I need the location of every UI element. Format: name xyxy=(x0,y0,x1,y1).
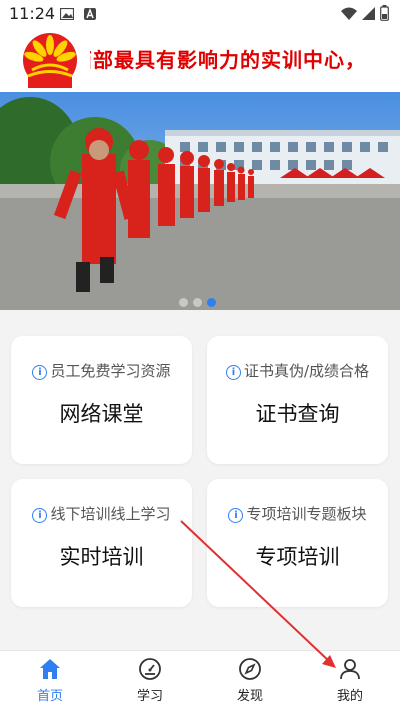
signal-icon xyxy=(362,7,375,20)
home-icon xyxy=(40,659,60,679)
banner-training-photo xyxy=(0,92,400,310)
card-online-classroom[interactable]: i 员工免费学习资源 网络课堂 xyxy=(11,336,192,464)
card-subtitle-text: 专项培训专题板块 xyxy=(246,505,367,523)
wifi-icon xyxy=(341,7,357,20)
info-icon: i xyxy=(225,365,241,380)
card-title: 网络课堂 xyxy=(59,402,144,426)
carousel-dot-active[interactable] xyxy=(207,298,216,307)
bottom-tab-bar: 首页 学习 发现 我的 xyxy=(0,650,400,712)
info-icon: i xyxy=(32,365,48,380)
image-notification-icon xyxy=(60,8,74,20)
card-subtitle-text: 证书真伪/成绩合格 xyxy=(243,362,370,380)
carousel-dot[interactable] xyxy=(179,298,188,307)
card-special-training[interactable]: i 专项培训专题板块 专项培训 xyxy=(207,479,388,607)
banner-carousel[interactable] xyxy=(0,92,400,310)
tab-label: 我的 xyxy=(336,689,363,704)
tab-home[interactable]: 首页 xyxy=(0,651,100,712)
app-header: 西部最具有影响力的实训中心， xyxy=(0,28,400,92)
tab-label: 学习 xyxy=(136,689,163,704)
card-subtitle: i 专项培训专题板块 xyxy=(207,503,388,524)
status-time: 11:24 xyxy=(9,4,56,23)
card-title: 实时培训 xyxy=(59,545,144,569)
person-icon xyxy=(340,659,360,680)
card-title: 专项培训 xyxy=(255,545,340,569)
tab-mine[interactable]: 我的 xyxy=(300,651,400,712)
card-realtime-training[interactable]: i 线下培训线上学习 实时培训 xyxy=(11,479,192,607)
app-notification-icon xyxy=(84,8,96,20)
carousel-dot[interactable] xyxy=(193,298,202,307)
speedometer-icon xyxy=(139,658,161,680)
card-subtitle: i 证书真伪/成绩合格 xyxy=(207,360,388,381)
card-subtitle-text: 线下培训线上学习 xyxy=(50,505,171,523)
card-subtitle: i 线下培训线上学习 xyxy=(11,503,192,524)
tab-discover[interactable]: 发现 xyxy=(200,651,300,712)
carousel-indicators xyxy=(179,292,221,311)
status-bar: 11:24 xyxy=(0,0,400,28)
compass-icon xyxy=(239,658,261,680)
info-icon: i xyxy=(228,508,244,523)
tab-label: 发现 xyxy=(236,689,263,704)
card-certificate-query[interactable]: i 证书真伪/成绩合格 证书查询 xyxy=(207,336,388,464)
card-subtitle-text: 员工免费学习资源 xyxy=(50,362,171,380)
tab-label: 首页 xyxy=(36,689,63,704)
marquee-text: 西部最具有影响力的实训中心， xyxy=(90,48,366,72)
card-subtitle: i 员工免费学习资源 xyxy=(11,360,192,381)
petrochina-logo-icon xyxy=(23,33,77,88)
marquee-announcement: 西部最具有影响力的实训中心， xyxy=(90,46,396,74)
tab-study[interactable]: 学习 xyxy=(100,651,200,712)
battery-icon xyxy=(380,5,389,21)
card-title: 证书查询 xyxy=(255,402,340,426)
info-icon: i xyxy=(32,508,48,523)
